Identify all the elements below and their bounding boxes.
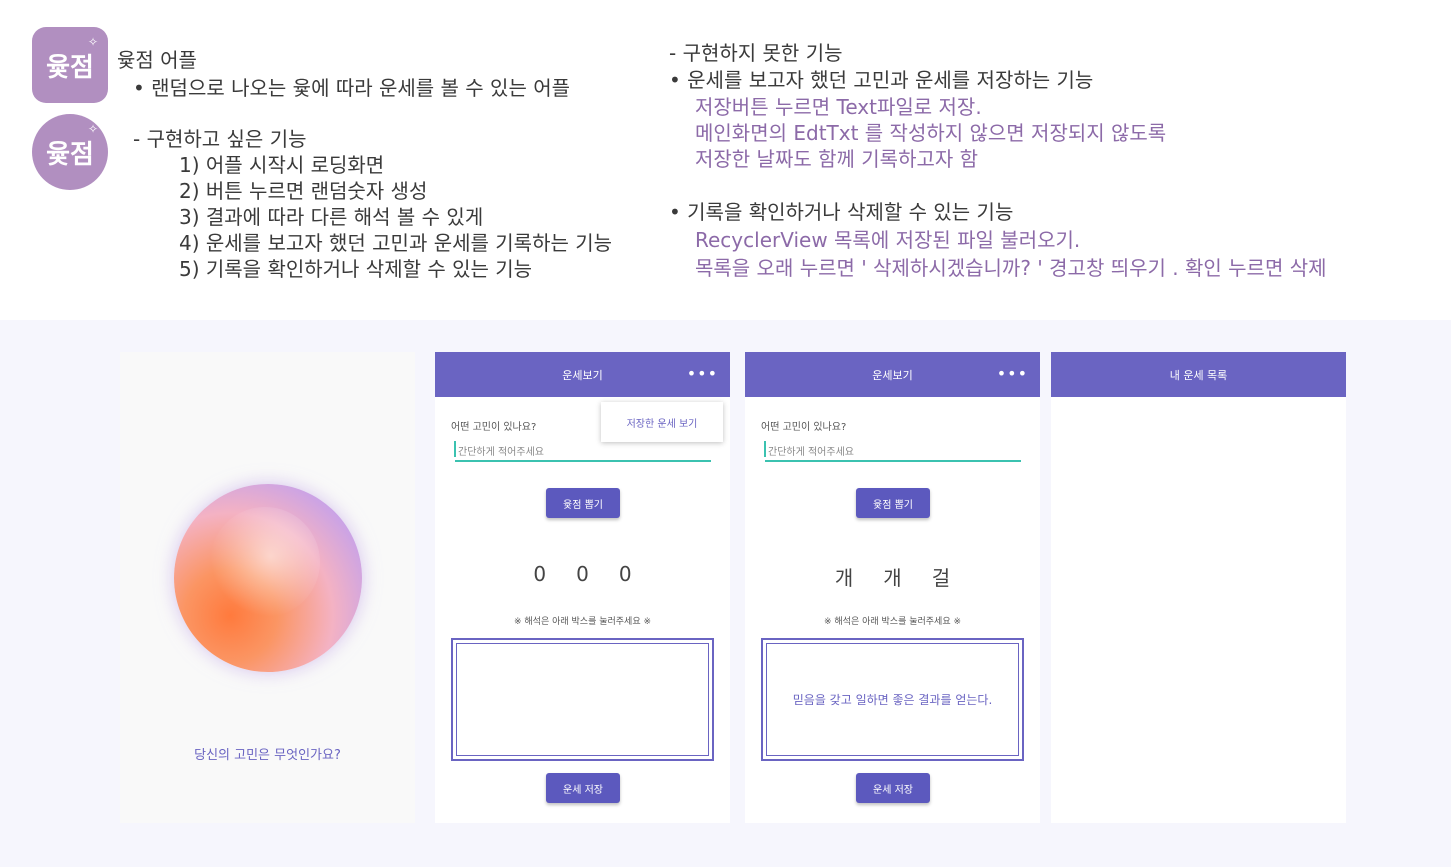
wanted-item: 1) 어플 시작시 로딩화면 [179, 153, 385, 177]
app-description: • 랜덤으로 나오는 윷에 따라 운세를 볼 수 있는 어플 [133, 76, 571, 100]
interpretation-box[interactable] [451, 638, 714, 761]
feature2-detail: RecyclerView 목록에 저장된 파일 불러오기. [695, 228, 1081, 252]
wanted-item: 4) 운세를 보고자 했던 고민과 운세를 기록하는 기능 [179, 231, 613, 255]
more-options-icon[interactable]: ••• [997, 364, 1028, 383]
question-label: 어떤 고민이 있나요? [761, 422, 847, 433]
yut-result: 개 [834, 566, 854, 590]
feature2-title: • 기록을 확인하거나 삭제할 수 있는 기능 [669, 200, 1014, 224]
app-bar: 운세보기 ••• [745, 352, 1040, 397]
yut-results: 개 개 걸 [745, 562, 1040, 591]
save-fortune-button[interactable]: 운세 저장 [546, 773, 620, 803]
fortune-list-screen: 내 운세 목록 [1051, 352, 1346, 823]
yut-result: 걸 [931, 566, 951, 590]
worry-input[interactable]: 간단하게 적어주세요 [765, 440, 1021, 462]
draw-yut-button[interactable]: 윷점 뽑기 [856, 488, 930, 518]
app-bar: 운세보기 ••• [435, 352, 730, 397]
yut-result: 0 [533, 562, 547, 586]
menu-item-saved-fortunes[interactable]: 저장한 운세 보기 [601, 402, 723, 442]
app-bar-title: 운세보기 [872, 368, 913, 382]
feature1-detail: 저장버튼 누르면 Text파일로 저장. [695, 95, 982, 119]
wanted-item: 3) 결과에 따라 다른 해석 볼 수 있게 [179, 205, 484, 229]
splash-screen: 당신의 고민은 무엇인가요? [120, 352, 415, 823]
wanted-item: 2) 버튼 누르면 랜덤숫자 생성 [179, 179, 428, 203]
not-done-title: - 구현하지 못한 기능 [669, 41, 843, 65]
main-screen-empty: 운세보기 ••• 어떤 고민이 있나요? 저장한 운세 보기 간단하게 적어주세… [435, 352, 730, 823]
logo-text: 윷점 [46, 139, 94, 170]
yut-result: 개 [883, 566, 902, 590]
yut-results: 0 0 0 [435, 562, 730, 586]
logo-text: 윷점 [46, 52, 94, 83]
worry-input[interactable]: 간단하게 적어주세요 [455, 440, 711, 462]
app-bar: 내 운세 목록 [1051, 352, 1346, 397]
feature1-detail: 메인화면의 EdtTxt 를 작성하지 않으면 저장되지 않도록 [695, 121, 1167, 145]
feature2-detail: 목록을 오래 누르면 ' 삭제하시겠습니까? ' 경고창 띄우기 . 확인 누르… [695, 256, 1327, 280]
app-name: 윷점 어플 [117, 48, 197, 72]
draw-yut-button[interactable]: 윷점 뽑기 [546, 488, 620, 518]
interpretation-hint: ※ 해석은 아래 박스를 눌러주세요 ※ [823, 617, 962, 627]
yut-result: 0 [576, 562, 589, 586]
feature1-detail: 저장한 날짜도 함께 기록하고자 함 [695, 147, 979, 171]
app-bar-title: 운세보기 [562, 368, 603, 382]
question-label: 어떤 고민이 있나요? [451, 422, 537, 433]
text-caret [764, 441, 766, 457]
text-caret [454, 441, 456, 457]
interpretation-hint: ※ 해석은 아래 박스를 눌러주세요 ※ [513, 617, 652, 627]
feature1-title: • 운세를 보고자 했던 고민과 운세를 저장하는 기능 [669, 68, 1094, 92]
sparkle-icon: ✧ [87, 35, 98, 49]
splash-question: 당신의 고민은 무엇인가요? [194, 748, 341, 763]
wanted-item: 5) 기록을 확인하거나 삭제할 수 있는 기능 [179, 257, 533, 281]
wanted-features-title: - 구현하고 싶은 기능 [133, 127, 307, 151]
yut-result: 0 [618, 562, 632, 586]
save-fortune-button[interactable]: 운세 저장 [856, 773, 930, 803]
more-options-icon[interactable]: ••• [687, 364, 718, 383]
crystal-ball-highlight [210, 507, 320, 617]
description-panel: ✧ 윷점 ✧ 윷점 윷점 어플 • 랜덤으로 나오는 윷에 따라 운세를 볼 수… [0, 0, 1451, 320]
app-logo-round: ✧ 윷점 [32, 114, 108, 190]
app-bar-title: 내 운세 목록 [1169, 368, 1228, 382]
app-logo-square: ✧ 윷점 [32, 27, 108, 103]
sparkle-icon: ✧ [87, 122, 98, 136]
main-screen-result: 운세보기 ••• 어떤 고민이 있나요? 간단하게 적어주세요 윷점 뽑기 개 … [745, 352, 1040, 823]
interpretation-box[interactable]: 믿음을 갖고 일하면 좋은 결과를 얻는다. [761, 638, 1024, 761]
